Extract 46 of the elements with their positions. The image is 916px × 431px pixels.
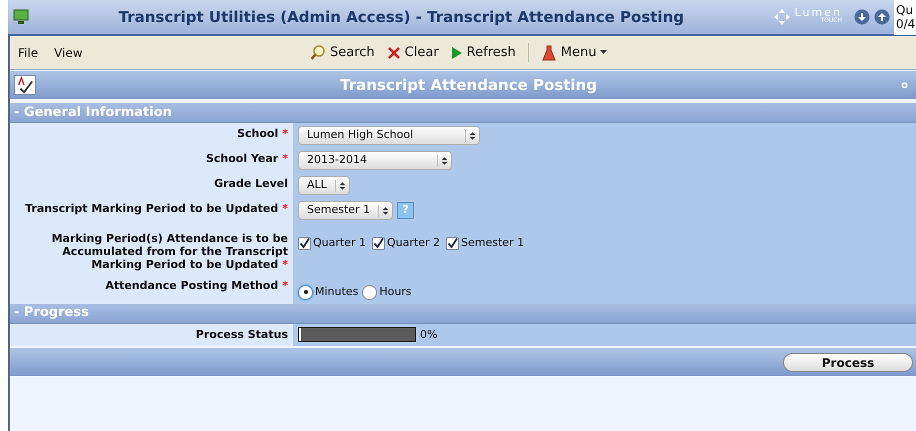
menu-item[interactable]: View	[54, 44, 83, 62]
toolbar-button[interactable]: Search	[310, 42, 375, 62]
checkmark-icon	[299, 238, 310, 249]
progress-reading: 0%	[420, 326, 438, 342]
spellcheck-icon[interactable]	[14, 75, 36, 95]
diamond-arrows-icon	[772, 8, 791, 26]
checkbox-label: Quarter 1	[313, 235, 366, 251]
radio-label: Hours	[379, 284, 412, 300]
dropdown[interactable]: Lumen High School	[298, 126, 480, 145]
checkbox[interactable]	[372, 236, 385, 250]
x-icon	[386, 46, 401, 60]
menu-item[interactable]: File	[18, 44, 38, 62]
radio-label: Minutes	[315, 284, 358, 300]
caret-icon	[600, 50, 608, 55]
corner-mark: o	[901, 78, 908, 92]
flask-icon	[540, 44, 557, 60]
checkmark-icon	[447, 238, 458, 249]
field-label: Grade Level	[214, 177, 288, 190]
field-label: Attendance Posting Method *	[105, 279, 288, 292]
field-label: School *	[237, 127, 288, 140]
toolbar-button[interactable]: Refresh	[450, 42, 516, 62]
checkbox[interactable]	[446, 236, 459, 250]
dropdown[interactable]: Semester 1	[298, 201, 394, 220]
dropdown[interactable]: ALL	[298, 176, 350, 195]
monitor-icon	[12, 9, 30, 25]
brand-name: Lumen	[794, 9, 842, 17]
process-button[interactable]: Process	[783, 352, 913, 372]
field-label: Transcript Marking Period to be Updated *	[25, 202, 288, 215]
toolbar-button[interactable]: Clear	[386, 42, 439, 62]
toolbar-button[interactable]: Menu	[528, 42, 608, 62]
page-title: Transcript Attendance Posting	[339, 74, 598, 96]
dropdown[interactable]: 2013-2014	[298, 151, 452, 170]
side-text: 0/4	[896, 17, 916, 31]
field-label: Process Status	[196, 328, 288, 340]
side-text: Qu	[896, 3, 914, 17]
play-icon	[450, 46, 463, 60]
checkmark-icon	[373, 238, 384, 249]
checkbox-label: Semester 1	[461, 235, 524, 251]
radio-button[interactable]	[362, 284, 378, 300]
field-label: School Year *	[206, 152, 288, 165]
checkbox-label: Quarter 2	[387, 235, 440, 251]
checkbox[interactable]	[298, 236, 311, 250]
field-label: Marking Period(s) Attendance is to be Accumulated from for the Transcript Marking Period to be Updated *	[52, 232, 288, 271]
window-title: Transcript Utilities (Admin Access) - Transcript Attendance Posting	[118, 6, 685, 28]
search-icon	[310, 44, 326, 60]
radio-button[interactable]	[298, 284, 313, 300]
